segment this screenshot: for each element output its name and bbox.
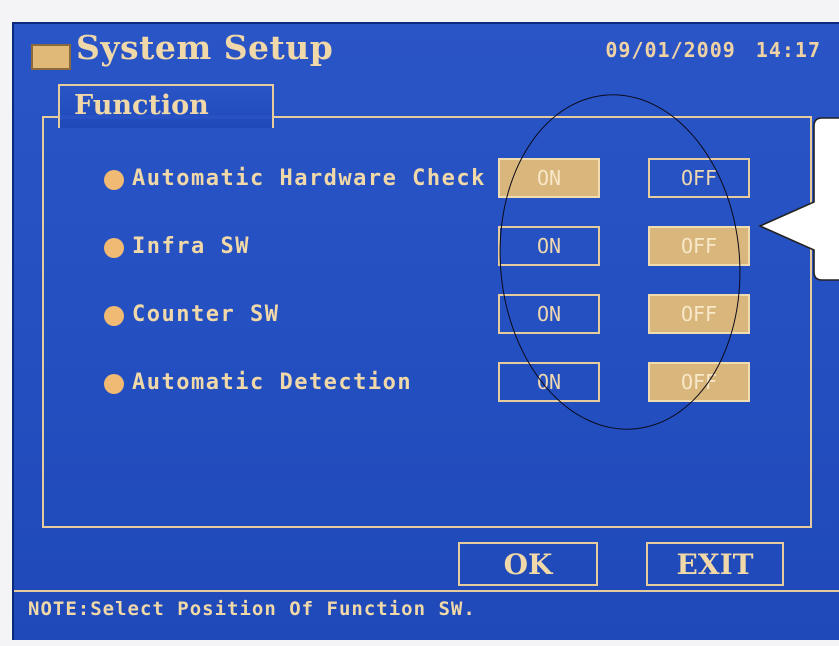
- function-label: Automatic Detection: [132, 370, 413, 395]
- function-label: Infra SW: [132, 234, 250, 259]
- datetime: 09/01/2009 14:17: [605, 38, 821, 62]
- tab-joiner: [60, 115, 272, 119]
- title-bar: System Setup 09/01/2009 14:17: [14, 24, 839, 76]
- automatic-detection-on-button[interactable]: ON: [498, 362, 600, 402]
- app-title: System Setup: [76, 28, 334, 67]
- ok-button[interactable]: OK: [458, 542, 598, 586]
- counter-sw-off-button[interactable]: OFF: [648, 294, 750, 334]
- bullet-icon: [104, 170, 124, 190]
- automatic-hardware-check-on-button[interactable]: ON: [498, 158, 600, 198]
- bullet-icon: [104, 306, 124, 326]
- automatic-detection-off-button[interactable]: OFF: [648, 362, 750, 402]
- tab-function[interactable]: Function: [58, 84, 274, 128]
- title-square-icon: [31, 44, 71, 70]
- counter-sw-on-button[interactable]: ON: [498, 294, 600, 334]
- infra-sw-off-button[interactable]: OFF: [648, 226, 750, 266]
- infra-sw-on-button[interactable]: ON: [498, 226, 600, 266]
- note-text: NOTE:Select Position Of Function SW.: [28, 598, 476, 620]
- date-text: 09/01/2009: [605, 38, 736, 62]
- automatic-hardware-check-off-button[interactable]: OFF: [648, 158, 750, 198]
- function-label: Counter SW: [132, 302, 280, 327]
- function-label: Automatic Hardware Check: [132, 166, 486, 191]
- time-text: 14:17: [755, 38, 821, 62]
- exit-button[interactable]: EXIT: [646, 542, 784, 586]
- bullet-icon: [104, 238, 124, 258]
- note-bar: NOTE:Select Position Of Function SW.: [14, 590, 839, 626]
- lcd-screen: System Setup 09/01/2009 14:17 Function Au…: [12, 22, 839, 640]
- bullet-icon: [104, 374, 124, 394]
